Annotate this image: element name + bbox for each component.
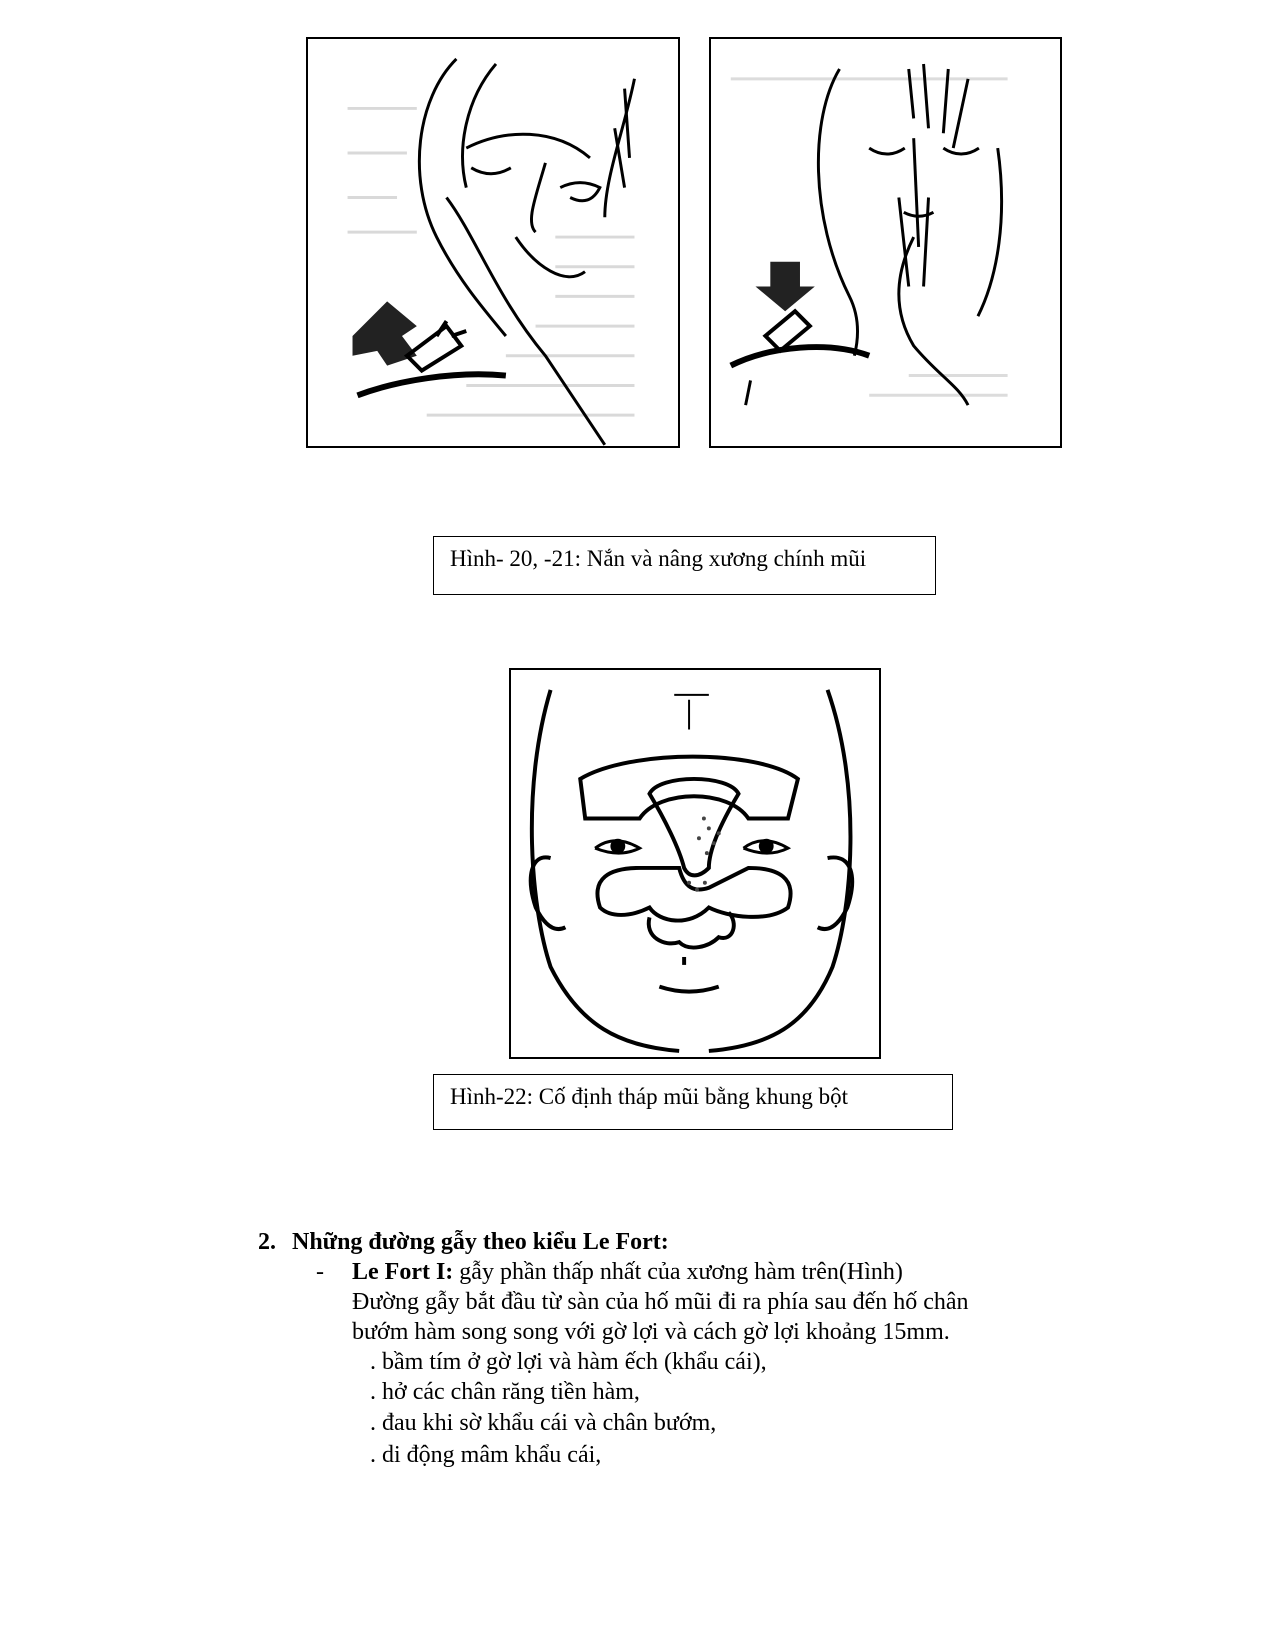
bullet-le-fort-1: - (316, 1257, 324, 1287)
figure-20-drawing (347, 57, 636, 446)
sign-item: . di động mâm khẩu cái, (370, 1442, 602, 1468)
section-heading: 2. Những đường gẫy theo kiểu Le Fort: (258, 1227, 669, 1257)
sign-item: . đau khi sờ khẩu cái và chân bướm, (370, 1410, 717, 1436)
figure-22-image (509, 668, 881, 1059)
paragraph-line: Đường gẫy bắt đầu từ sàn của hố mũi đi r… (352, 1289, 969, 1315)
section-number: 2. (258, 1229, 276, 1255)
figure-21-image (709, 37, 1062, 448)
figure-22-caption: Hình-22: Cố định tháp mũi bằng khung bột (433, 1074, 953, 1130)
bullet-le-fort-1-text: Le Fort I: gẫy phần thấp nhất của xương … (352, 1257, 903, 1287)
figure-22-drawing (528, 689, 855, 1053)
figure-20-image (306, 37, 680, 448)
figure-20-21-caption: Hình- 20, -21: Nắn và nâng xương chính m… (433, 536, 936, 595)
bullet-term: Le Fort I: (352, 1259, 454, 1285)
paragraph-line: bướm hàm song song với gờ lợi và cách gờ… (352, 1319, 950, 1345)
bullet-text: gẫy phần thấp nhất của xương hàm trên(Hì… (453, 1259, 903, 1285)
figure-21-drawing (729, 63, 1008, 406)
sign-item: . bầm tím ở gờ lợi và hàm ếch (khẩu cái)… (370, 1349, 767, 1375)
bullet-marker: - (316, 1259, 324, 1285)
section-title: Những đường gẫy theo kiểu Le Fort: (292, 1229, 669, 1255)
sign-item: . hở các chân răng tiền hàm, (370, 1379, 640, 1405)
